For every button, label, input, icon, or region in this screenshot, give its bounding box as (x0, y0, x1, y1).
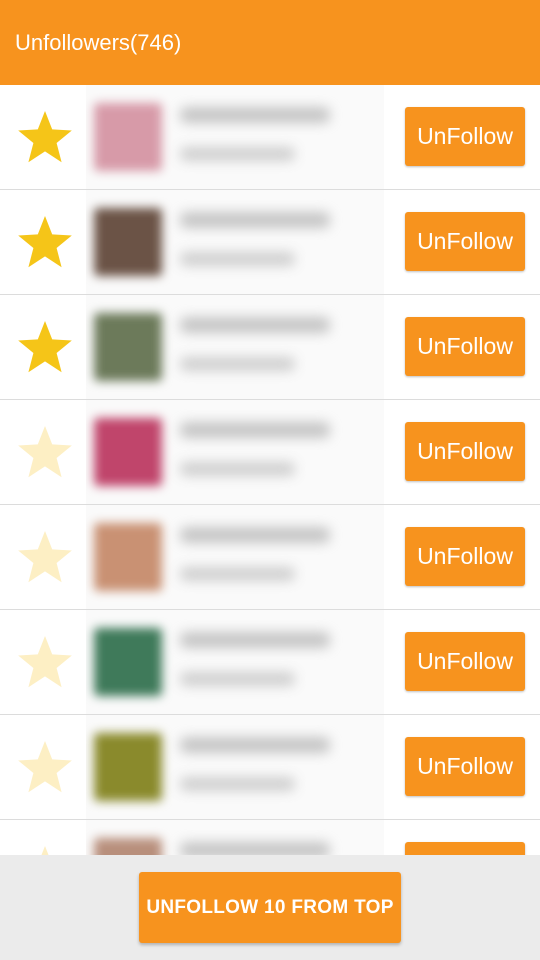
list-item[interactable]: UnFollow (0, 400, 540, 505)
unfollow-button[interactable]: UnFollow (405, 632, 525, 691)
list-item[interactable]: UnFollow (0, 505, 540, 610)
page-title: Unfollowers(746) (15, 29, 182, 55)
star-icon[interactable] (16, 318, 74, 376)
list-item[interactable]: UnFollow (0, 610, 540, 715)
fullname-blurred (180, 567, 295, 581)
list-item[interactable]: UnFollow (0, 190, 540, 295)
username-blurred (180, 632, 330, 648)
fullname-blurred (180, 462, 295, 476)
user-card[interactable] (86, 610, 384, 714)
star-icon[interactable] (16, 738, 74, 796)
star-icon[interactable] (16, 213, 74, 271)
user-card[interactable] (86, 190, 384, 294)
unfollow-button[interactable]: UnFollow (405, 422, 525, 481)
avatar (94, 103, 162, 171)
unfollow-button[interactable]: UnFollow (405, 527, 525, 586)
fullname-blurred (180, 147, 295, 161)
fullname-blurred (180, 357, 295, 371)
list-item[interactable]: UnFollow (0, 820, 540, 855)
username-blurred (180, 527, 330, 543)
user-card[interactable] (86, 295, 384, 399)
unfollow-button[interactable]: UnFollow (405, 212, 525, 271)
unfollow-button[interactable]: UnFollow (405, 842, 525, 855)
username-blurred (180, 317, 330, 333)
avatar (94, 418, 162, 486)
unfollow-button[interactable]: UnFollow (405, 737, 525, 796)
avatar (94, 523, 162, 591)
username-blurred (180, 107, 330, 123)
username-blurred (180, 422, 330, 438)
avatar (94, 838, 162, 855)
unfollow-button[interactable]: UnFollow (405, 317, 525, 376)
unfollow-button[interactable]: UnFollow (405, 107, 525, 166)
username-blurred (180, 212, 330, 228)
avatar (94, 313, 162, 381)
star-icon[interactable] (16, 843, 74, 855)
fullname-blurred (180, 252, 295, 266)
star-icon[interactable] (16, 633, 74, 691)
list-item[interactable]: UnFollow (0, 85, 540, 190)
user-card[interactable] (86, 400, 384, 504)
star-icon[interactable] (16, 528, 74, 586)
bottom-bar: UNFOLLOW 10 FROM TOP (0, 855, 540, 960)
user-card[interactable] (86, 505, 384, 609)
app-header: Unfollowers(746) (0, 0, 540, 85)
avatar (94, 208, 162, 276)
username-blurred (180, 737, 330, 753)
fullname-blurred (180, 777, 295, 791)
user-card[interactable] (86, 85, 384, 189)
user-card[interactable] (86, 715, 384, 819)
fullname-blurred (180, 672, 295, 686)
avatar (94, 733, 162, 801)
username-blurred (180, 842, 330, 855)
unfollow-top-button[interactable]: UNFOLLOW 10 FROM TOP (139, 872, 401, 943)
user-card[interactable] (86, 820, 384, 855)
list-item[interactable]: UnFollow (0, 295, 540, 400)
star-icon[interactable] (16, 423, 74, 481)
unfollowers-list[interactable]: UnFollow UnFollow UnFollow UnFollow UnFollow… (0, 85, 540, 855)
star-icon[interactable] (16, 108, 74, 166)
list-item[interactable]: UnFollow (0, 715, 540, 820)
avatar (94, 628, 162, 696)
